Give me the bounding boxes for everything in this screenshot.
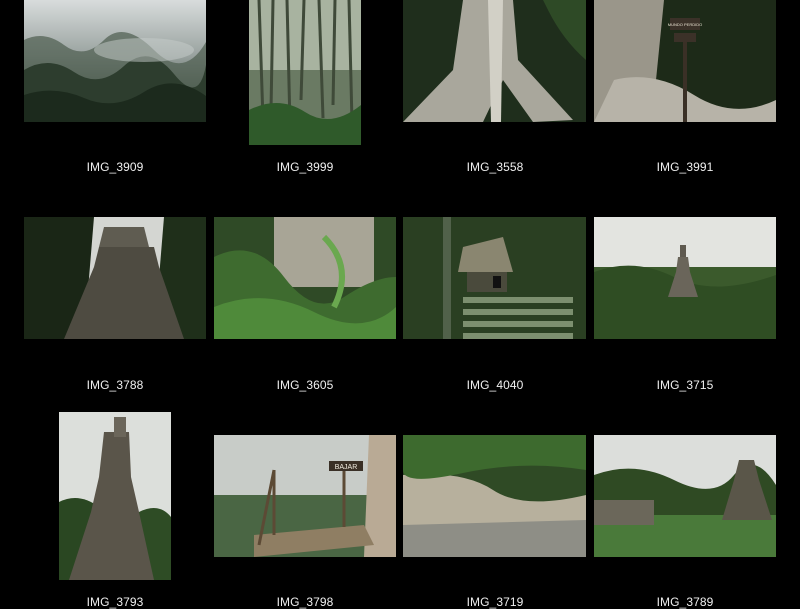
photo-thumbnail[interactable] <box>24 0 206 122</box>
photo-thumbnail[interactable] <box>24 217 206 339</box>
tree-roots-photo <box>403 0 586 122</box>
photo-thumbnail[interactable]: MUNDO PERDIDO <box>594 0 776 122</box>
photo-caption: IMG_3793 <box>86 595 144 609</box>
photo-thumbnail[interactable] <box>214 217 396 339</box>
photo-caption: IMG_4040 <box>466 378 524 392</box>
photo-thumbnail[interactable] <box>594 217 776 339</box>
photo-caption: IMG_3909 <box>86 160 144 174</box>
photo-caption: IMG_3798 <box>276 595 334 609</box>
temple-silhouette-photo <box>24 217 206 339</box>
photo-caption: IMG_3991 <box>656 160 714 174</box>
thatched-temple-photo <box>403 217 586 339</box>
photo-thumbnail[interactable] <box>249 0 361 145</box>
plaza-from-above-photo <box>403 435 586 557</box>
misty-forest-photo <box>24 0 206 122</box>
grand-plaza-photo <box>594 435 776 557</box>
photo-caption: IMG_3789 <box>656 595 714 609</box>
photo-caption: IMG_3788 <box>86 378 144 392</box>
photo-thumbnail[interactable] <box>594 435 776 557</box>
tree-with-sign-photo: MUNDO PERDIDO <box>594 0 776 122</box>
hanging-vines-photo <box>249 0 361 145</box>
photo-caption: IMG_3715 <box>656 378 714 392</box>
sign-text: MUNDO PERDIDO <box>668 22 702 27</box>
photo-caption: IMG_3558 <box>466 160 524 174</box>
tall-temple-photo <box>59 412 171 580</box>
photo-thumbnail[interactable] <box>403 217 586 339</box>
photo-thumbnail[interactable]: BAJAR <box>214 435 396 557</box>
temple-above-canopy-photo <box>594 217 776 339</box>
sign-text: BAJAR <box>335 464 358 471</box>
photo-caption: IMG_3605 <box>276 378 334 392</box>
jungle-ruins-photo <box>214 217 396 339</box>
photo-thumbnail[interactable] <box>403 435 586 557</box>
photo-thumbnail[interactable] <box>403 0 586 122</box>
photo-caption: IMG_3999 <box>276 160 334 174</box>
viewing-platform-photo: BAJAR <box>214 435 396 557</box>
photo-caption: IMG_3719 <box>466 595 524 609</box>
photo-thumbnail[interactable] <box>59 412 171 580</box>
